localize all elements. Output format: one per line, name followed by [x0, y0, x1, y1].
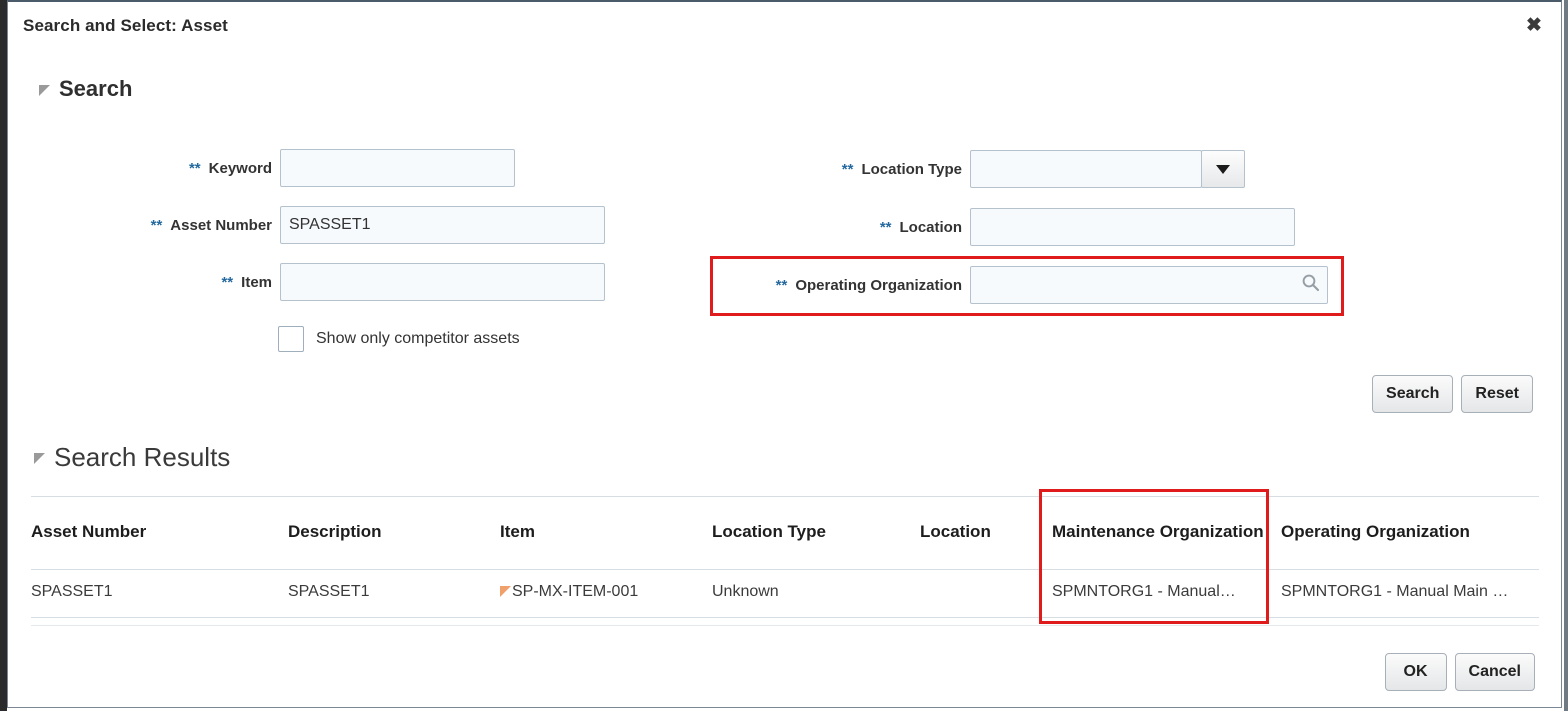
field-operating-organization: ** Operating Organization: [724, 266, 1328, 304]
operating-organization-lov: [970, 266, 1328, 304]
cell-location-type: Unknown: [712, 583, 779, 600]
dialog-title: Search and Select: Asset: [23, 16, 228, 35]
cell-operating-organization: SPMNTORG1 - Manual Main …: [1281, 583, 1509, 600]
table-rule-row: [31, 617, 1539, 618]
required-marker: **: [150, 216, 163, 234]
required-marker: **: [841, 160, 854, 178]
screen: Search and Select: Asset ✖ Search ** Key…: [0, 0, 1568, 711]
field-location-type: ** Location Type: [806, 150, 1245, 188]
item-input[interactable]: [280, 263, 605, 301]
column-header-operating-organization[interactable]: Operating Organization: [1266, 496, 1539, 568]
reset-button[interactable]: Reset: [1461, 375, 1533, 413]
competitor-assets-row: Show only competitor assets: [278, 326, 520, 352]
results-section-title: Search Results: [54, 442, 231, 472]
field-label-location-type: Location Type: [861, 160, 962, 178]
field-label-keyword: Keyword: [208, 159, 272, 177]
column-header-asset-number[interactable]: Asset Number: [31, 496, 288, 568]
location-input[interactable]: [970, 208, 1295, 246]
cell-asset-number: SPASSET1: [31, 583, 113, 600]
search-and-select-asset-dialog: Search and Select: Asset ✖ Search ** Key…: [7, 0, 1562, 708]
dialog-action-buttons: OK Cancel: [1384, 653, 1535, 691]
required-marker: **: [775, 276, 788, 294]
collapse-triangle-icon[interactable]: [34, 453, 45, 464]
collapse-triangle-icon[interactable]: [39, 84, 50, 96]
field-keyword: ** Keyword: [160, 149, 515, 187]
cell-maintenance-organization: SPMNTORG1 - Manual…: [1052, 583, 1236, 600]
location-type-input[interactable]: [970, 150, 1202, 188]
results-section-header: Search Results: [34, 442, 230, 473]
search-button[interactable]: Search: [1372, 375, 1454, 413]
dialog-titlebar: Search and Select: Asset ✖: [8, 2, 1561, 52]
search-action-buttons: Search Reset: [1372, 375, 1533, 413]
table-row[interactable]: SPASSET1 SPASSET1 SP-MX-ITEM-001 Unknown…: [31, 568, 1539, 616]
warning-flag-icon: [500, 586, 511, 597]
cell-location: [920, 568, 1036, 616]
background-edge-right: [1564, 0, 1568, 711]
field-location: ** Location: [853, 208, 1295, 246]
required-marker: **: [188, 159, 201, 177]
column-header-maintenance-organization[interactable]: Maintenance Organization: [1036, 496, 1266, 568]
cell-description: SPASSET1: [288, 583, 370, 600]
location-type-select[interactable]: [970, 150, 1245, 188]
keyword-input[interactable]: [280, 149, 515, 187]
location-type-dropdown-button[interactable]: [1201, 150, 1245, 188]
close-icon[interactable]: ✖: [1521, 13, 1547, 39]
cell-item: SP-MX-ITEM-001: [500, 568, 712, 616]
field-label-asset-number: Asset Number: [170, 216, 272, 234]
show-only-competitor-assets-checkbox[interactable]: [278, 326, 304, 352]
column-header-description[interactable]: Description: [288, 496, 500, 568]
search-section-title: Search: [59, 76, 133, 101]
cell-item-text: SP-MX-ITEM-001: [512, 583, 639, 600]
required-marker: **: [221, 273, 234, 291]
field-label-item: Item: [241, 273, 272, 291]
required-marker: **: [879, 218, 892, 236]
ok-button[interactable]: OK: [1384, 653, 1447, 691]
chevron-down-icon: [1216, 164, 1230, 174]
column-header-location-type[interactable]: Location Type: [712, 496, 920, 568]
operating-organization-input[interactable]: [970, 266, 1328, 304]
field-item: ** Item: [116, 263, 605, 301]
asset-number-input[interactable]: [280, 206, 605, 244]
column-header-item[interactable]: Item: [500, 496, 712, 568]
column-header-location[interactable]: Location: [920, 496, 1036, 568]
show-only-competitor-assets-label: Show only competitor assets: [316, 330, 520, 347]
field-asset-number: ** Asset Number: [116, 206, 605, 244]
background-edge-left: [0, 0, 7, 711]
search-section-header: Search: [39, 76, 132, 102]
search-results-table: Asset Number Description Item Location T…: [31, 496, 1539, 616]
cancel-button[interactable]: Cancel: [1454, 653, 1535, 691]
field-label-operating-organization: Operating Organization: [795, 276, 962, 294]
field-label-location: Location: [899, 218, 963, 236]
table-header-row: Asset Number Description Item Location T…: [31, 496, 1539, 568]
table-rule-bottom: [31, 625, 1539, 626]
search-icon[interactable]: [1301, 273, 1320, 297]
